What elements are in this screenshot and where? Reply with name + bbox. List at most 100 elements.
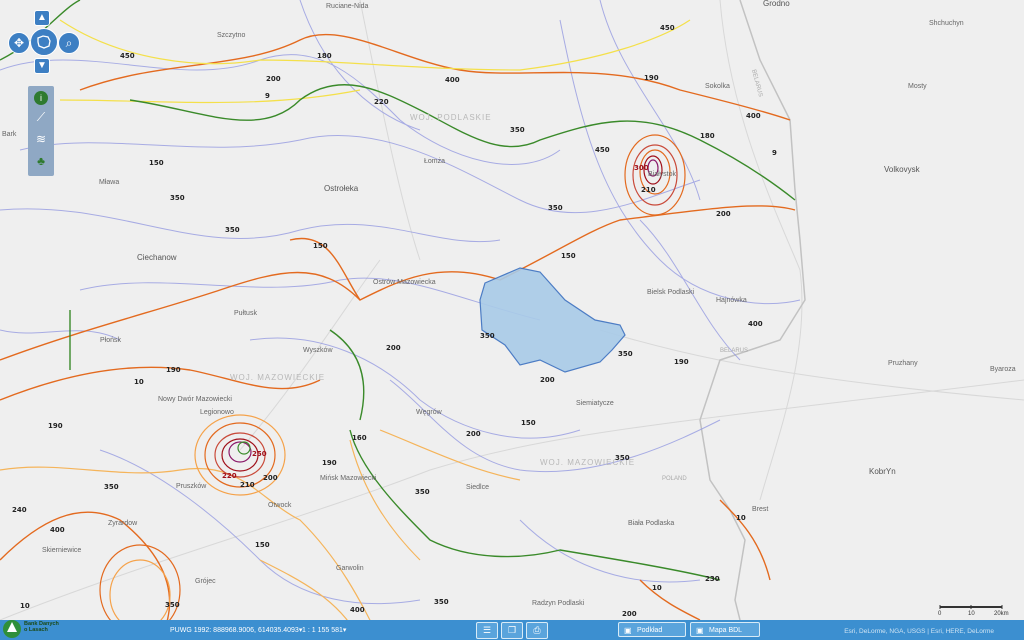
isoline-label: 190 [644,74,659,82]
side-toolbar: i ⟋ ≋ ♣ [28,86,54,176]
scale-display[interactable]: 1 : 1 155 581▾ [302,626,346,634]
isoline-label: 200 [540,376,555,384]
isoline-label: 400 [350,606,365,614]
place-label: Brest [752,506,768,513]
isoline-label: 190 [322,459,337,467]
place-label: Grójec [195,578,216,585]
place-label: Shchuchyn [929,20,964,27]
logo-icon [3,620,21,638]
isoline-label: 400 [748,320,763,328]
stack-icon: ❐ [507,625,517,635]
isoline-label: 200 [466,430,481,438]
info-icon: i [34,91,48,105]
isoline-label: 190 [48,422,63,430]
bottom-toolbar: Bank Danych o Lasach PUWG 1992: 888968.9… [0,620,1024,640]
measure-icon: ⟋ [36,110,46,124]
isoline-label: 10 [134,378,144,386]
place-label: Mińsk Mazowiecki [320,475,377,482]
isoline-label: 350 [618,350,633,358]
print-button[interactable]: ⎙ [526,622,548,639]
isoline-label: 250 [252,450,267,458]
search-location-button[interactable]: ⌕ [58,32,80,54]
place-label: Radzyn Podlaski [532,600,585,607]
list-view-button[interactable]: ☰ [476,622,498,639]
isoline-label: 220 [222,472,237,480]
isoline-label: 240 [12,506,27,514]
place-label: Siedlce [466,484,489,491]
place-label: Bielsk Podlaski [647,289,695,296]
isoline-label: 190 [674,358,689,366]
basemap-button[interactable]: ▣ Podkład [618,622,686,637]
isoline-label: 9 [772,149,777,157]
isoline-label: 400 [445,76,460,84]
map-canvas[interactable]: WOJ. PODLASKIE WOJ. MAZOWIECKIE WOJ. MAZ… [0,0,1024,640]
isoline-label: 200 [716,210,731,218]
isoline-label: 230 [705,575,720,583]
isoline-label: 450 [595,146,610,154]
scale-bar-graphic: 0 10 20km [938,605,1009,617]
border-label: BELARUS [720,348,748,354]
place-label: Grodno [763,0,790,8]
place-label: Płońsk [100,337,122,344]
isoline-label: 150 [561,252,576,260]
logo-text: Bank Danych o Lasach [24,621,59,633]
isoline-label: 400 [50,526,65,534]
scale-label: 20km [994,611,1009,617]
place-label: Zyrardow [108,520,138,527]
isoline-label: 350 [510,126,525,134]
print-icon: ⎙ [533,625,541,635]
measure-tool-button[interactable]: ⟋ [32,108,50,126]
isoline-label: 350 [165,601,180,609]
scale-label: 10 [968,611,975,617]
place-label: Pułtusk [234,310,257,317]
layers-panel-button[interactable]: ❐ [501,622,523,639]
isoline-label: 200 [622,610,637,618]
place-label: Węgrów [416,409,443,416]
tree-icon: ♣ [37,154,45,168]
isoline-label: 350 [170,194,185,202]
border-label: POLAND [662,476,687,482]
place-label: Skierniewice [42,547,81,554]
info-tool-button[interactable]: i [32,88,50,106]
place-label: Wyszków [303,347,333,354]
place-label: Nowy Dwór Mazowiecki [158,396,232,403]
layers-tool-button[interactable]: ≋ [32,130,50,148]
place-label: Sokolka [705,83,730,90]
place-label: Ostrołeka [324,184,359,193]
isoline-label: 200 [386,344,401,352]
region-label: WOJ. MAZOWIECKIE [230,373,325,382]
place-label: Łomża [424,158,445,165]
bdl-logo: Bank Danych o Lasach [2,618,60,640]
poland-map-icon [37,35,51,49]
place-label: Byaroza [990,366,1016,373]
map-navigation: ▲ ✥ ⌕ ▼ [6,10,80,74]
bdl-map-button[interactable]: ▣ Mapa BDL [690,622,760,637]
isoline-label: 350 [415,488,430,496]
isoline-label: 220 [374,98,389,106]
isoline-label: 210 [240,481,255,489]
isoline-label: 180 [317,52,332,60]
isoline-label: 200 [263,474,278,482]
isoline-label: 10 [20,602,30,610]
poland-extent-button[interactable] [30,28,58,56]
place-label: Legionowo [200,409,234,416]
forest-tool-button[interactable]: ♣ [32,152,50,170]
isoline-label: 190 [166,366,181,374]
isoline-label: 350 [548,204,563,212]
isoline-label: 350 [434,598,449,606]
place-label: Pruzhany [888,360,918,367]
place-label: Biała Podlaska [628,520,674,527]
pan-button[interactable]: ✥ [8,32,30,54]
place-label: Otwock [268,502,292,509]
isoline-label: 200 [266,75,281,83]
bdl-map-label: Mapa BDL [709,627,743,634]
basemap-label: Podkład [637,627,663,634]
zoom-in-button[interactable]: ▲ [34,10,50,26]
list-icon: ☰ [482,625,492,635]
zoom-out-button[interactable]: ▼ [34,58,50,74]
place-label: Garwolin [336,565,364,572]
place-label: Bark [2,131,17,138]
region-label: WOJ. PODLASKIE [410,113,492,122]
coordinates-display[interactable]: PUWG 1992: 888968.9006, 614035.4093▾ [170,626,302,634]
isoline-label: 300 [634,164,649,172]
